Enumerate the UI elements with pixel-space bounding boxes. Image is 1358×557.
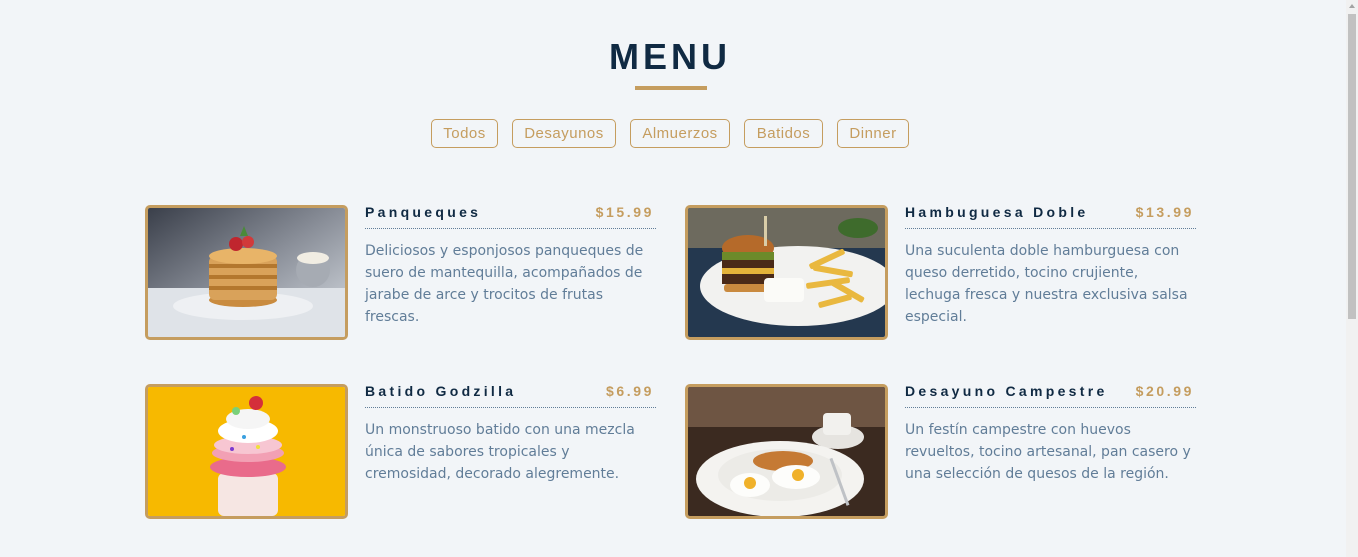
filter-button-batidos[interactable]: Batidos bbox=[744, 119, 823, 148]
burger-image bbox=[688, 208, 885, 337]
breakfast-image bbox=[688, 387, 885, 516]
filter-button-todos[interactable]: Todos bbox=[431, 119, 498, 148]
menu-page: MENU Todos Desayunos Almuerzos Batidos D… bbox=[0, 0, 1358, 557]
item-header: Panqueques $15.99 bbox=[365, 204, 656, 229]
item-description: Una suculenta doble hamburguesa con ques… bbox=[905, 243, 1188, 325]
filter-button-almuerzos[interactable]: Almuerzos bbox=[630, 119, 730, 148]
item-header: Hambuguesa Doble $13.99 bbox=[905, 204, 1196, 229]
item-price: $20.99 bbox=[1135, 383, 1194, 399]
menu-item: Panqueques $15.99 Deliciosos y esponjoso… bbox=[145, 204, 657, 341]
shake-image bbox=[148, 387, 345, 516]
menu-item: Batido Godzilla $6.99 Un monstruoso bati… bbox=[145, 383, 657, 520]
title-underline bbox=[635, 86, 707, 90]
item-description: Un monstruoso batido con una mezcla únic… bbox=[365, 422, 635, 482]
item-price: $15.99 bbox=[595, 204, 654, 220]
vertical-scrollbar[interactable] bbox=[1346, 0, 1358, 557]
item-name: Panqueques bbox=[365, 204, 482, 220]
filter-bar: Todos Desayunos Almuerzos Batidos Dinner bbox=[0, 119, 1340, 148]
pancakes-image bbox=[148, 208, 345, 337]
filter-button-desayunos[interactable]: Desayunos bbox=[512, 119, 616, 148]
item-photo-burger bbox=[685, 205, 888, 340]
item-photo-pancakes bbox=[145, 205, 348, 340]
item-header: Desayuno Campestre $20.99 bbox=[905, 383, 1196, 408]
item-description: Deliciosos y esponjosos panqueques de su… bbox=[365, 243, 644, 325]
page-title: MENU bbox=[609, 36, 731, 77]
item-description: Un festín campestre con huevos revueltos… bbox=[905, 422, 1191, 482]
item-price: $6.99 bbox=[605, 383, 654, 399]
scroll-up-arrow-icon[interactable] bbox=[1349, 4, 1355, 8]
item-photo-breakfast bbox=[685, 384, 888, 519]
item-header: Batido Godzilla $6.99 bbox=[365, 383, 656, 408]
menu-item: Desayuno Campestre $20.99 Un festín camp… bbox=[685, 383, 1197, 520]
menu-item: Hambuguesa Doble $13.99 Una suculenta do… bbox=[685, 204, 1197, 341]
item-name: Hambuguesa Doble bbox=[905, 204, 1089, 220]
item-price: $13.99 bbox=[1135, 204, 1194, 220]
scrollbar-thumb[interactable] bbox=[1348, 14, 1356, 319]
filter-button-dinner[interactable]: Dinner bbox=[837, 119, 909, 148]
item-name: Desayuno Campestre bbox=[905, 383, 1108, 399]
item-photo-shake bbox=[145, 384, 348, 519]
item-name: Batido Godzilla bbox=[365, 383, 517, 399]
